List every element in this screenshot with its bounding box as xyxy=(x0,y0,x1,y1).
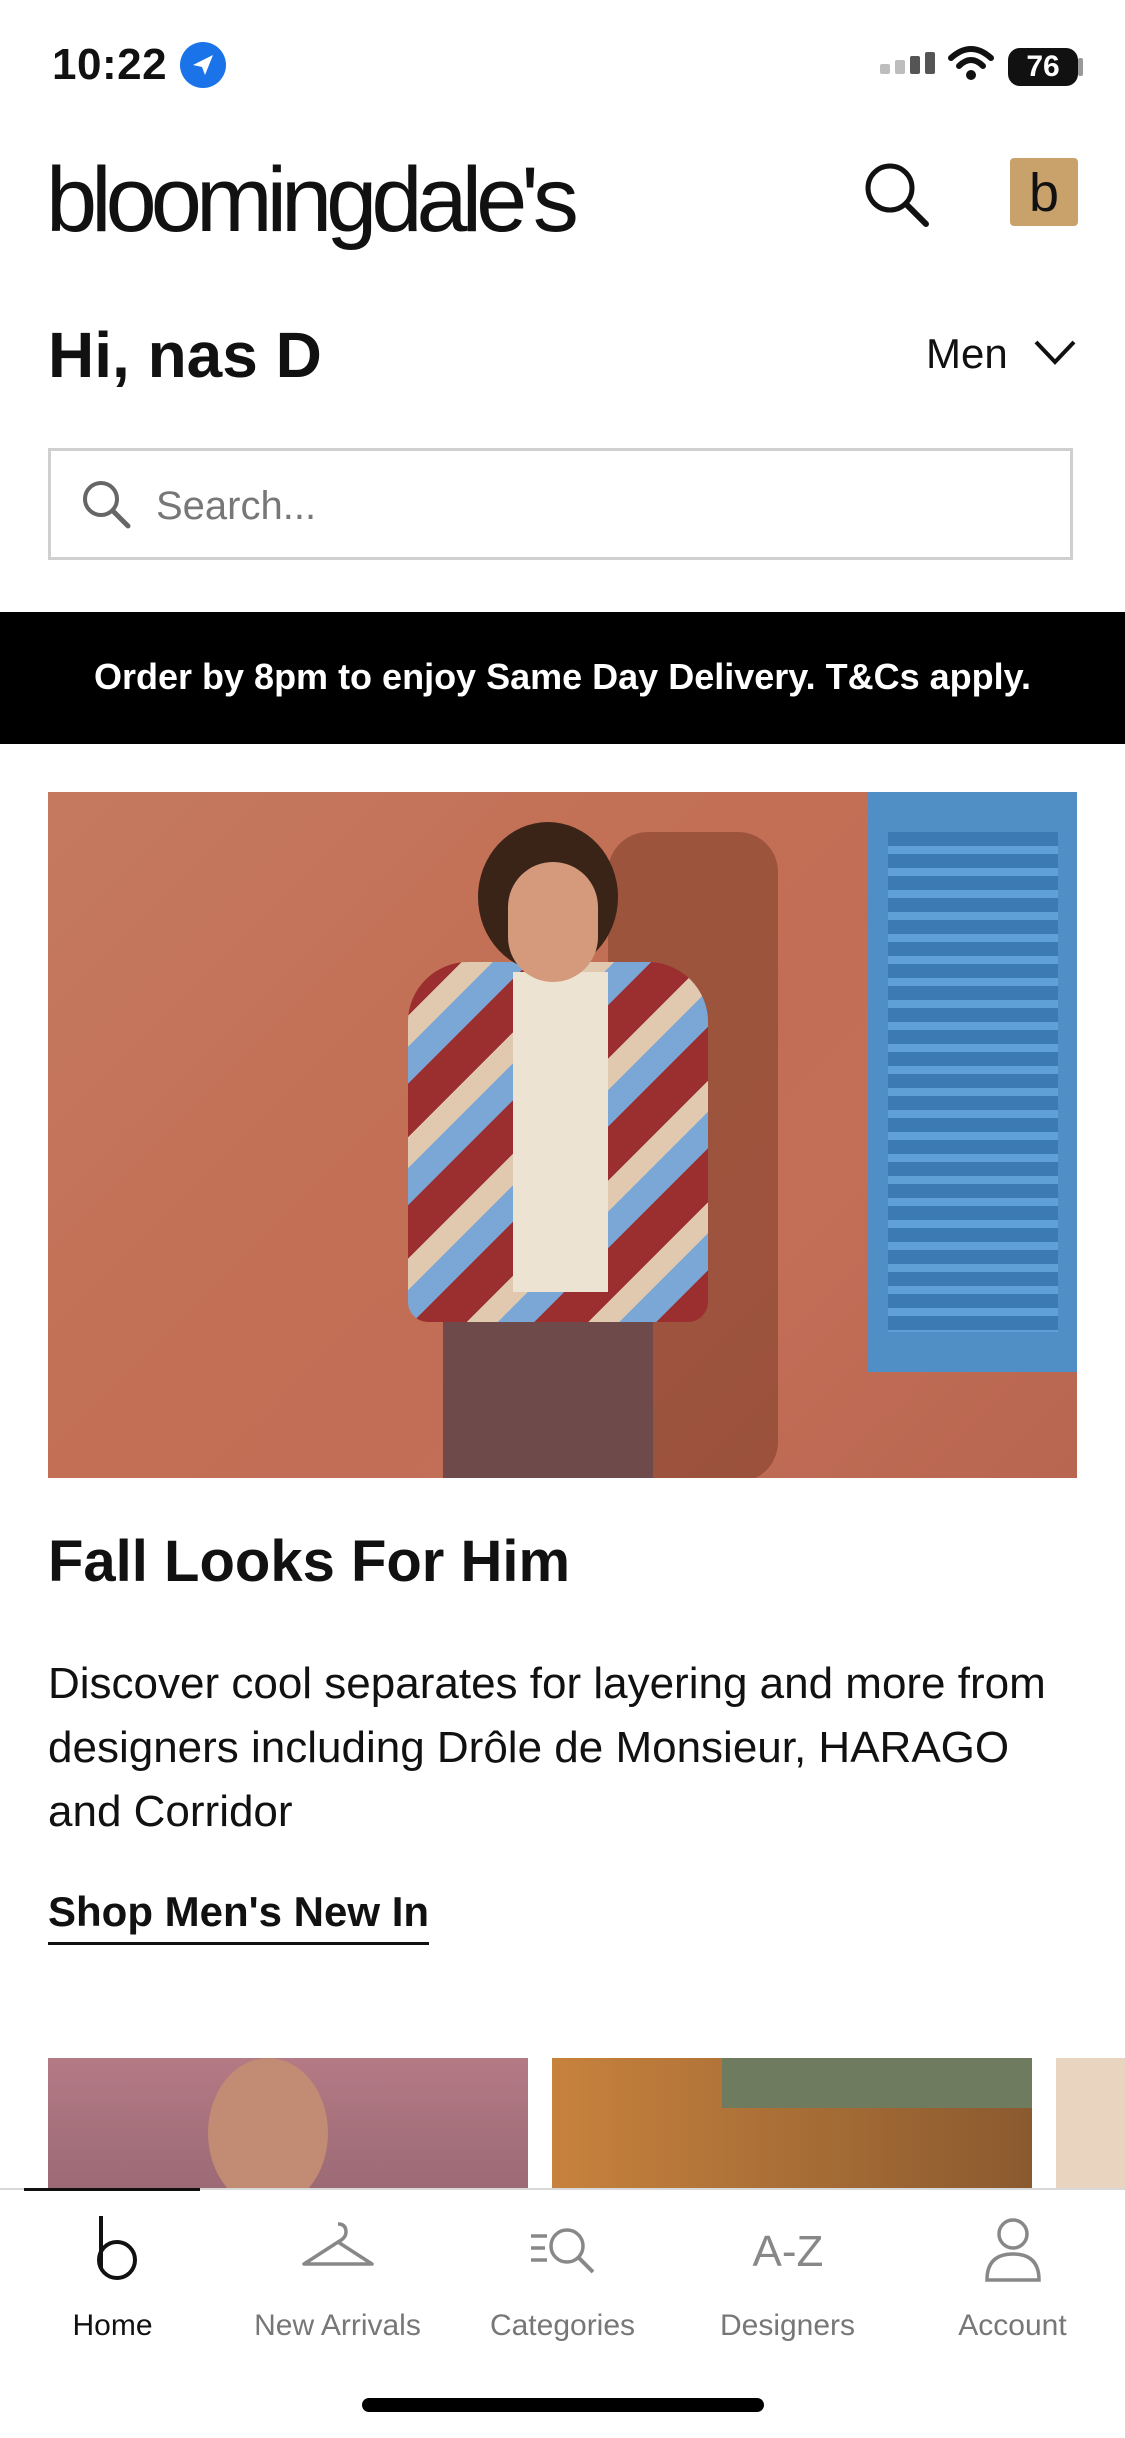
wifi-icon xyxy=(948,44,994,89)
tab-designers[interactable]: A-Z Designers xyxy=(675,2210,900,2343)
shopping-bag-letter: b xyxy=(1028,163,1060,223)
a-z-icon: A-Z xyxy=(752,2227,823,2276)
carousel-item[interactable] xyxy=(552,2058,1032,2188)
tab-new-arrivals[interactable]: New Arrivals xyxy=(225,2210,450,2343)
carousel-model-face xyxy=(208,2058,328,2188)
article-body: Discover cool separates for layering and… xyxy=(48,1659,1046,1836)
tab-active-indicator xyxy=(24,2188,200,2191)
carousel-model-shirt xyxy=(722,2058,1032,2108)
hero-model-pants xyxy=(443,1312,653,1478)
carousel-item[interactable] xyxy=(48,2058,528,2188)
hanger-icon xyxy=(301,2222,374,2266)
categories-search-icon xyxy=(530,2228,594,2274)
tab-label-designers: Designers xyxy=(719,2309,856,2342)
brand-logo[interactable]: bloomingdale's xyxy=(46,148,579,253)
svg-text:A-Z: A-Z xyxy=(752,2227,823,2276)
promo-text: Order by 8pm to enjoy Same Day Delivery.… xyxy=(94,656,1031,697)
status-time: 10:22 xyxy=(52,40,168,89)
search-field-icon xyxy=(80,478,132,535)
tab-label-categories: Categories xyxy=(489,2309,636,2342)
hero-model-face xyxy=(508,862,598,982)
tab-categories[interactable]: Categories xyxy=(450,2210,675,2343)
carousel-item[interactable] xyxy=(1056,2058,1125,2188)
hero-model-shirt xyxy=(513,972,608,1292)
greeting-title: Hi, nas D xyxy=(48,319,322,391)
b-logo-icon xyxy=(96,2216,137,2280)
tab-account[interactable]: Account xyxy=(900,2210,1125,2343)
tab-home[interactable]: Home xyxy=(0,2210,225,2343)
tab-label-home: Home xyxy=(72,2309,153,2342)
home-indicator[interactable] xyxy=(362,2398,764,2412)
battery-cap xyxy=(1078,58,1083,76)
cellular-signal-icon xyxy=(880,52,940,74)
shop-cta-link[interactable]: Shop Men's New In xyxy=(48,1888,430,1945)
tab-label-account: Account xyxy=(958,2309,1067,2342)
tab-label-new-arrivals: New Arrivals xyxy=(254,2309,421,2342)
battery-icon: 76 xyxy=(1008,48,1078,86)
hero-shutter-slats xyxy=(888,832,1058,1332)
article-title: Fall Looks For Him xyxy=(48,1529,571,1594)
gender-selector-label[interactable]: Men xyxy=(926,330,1008,378)
search-placeholder: Search... xyxy=(156,484,317,528)
person-icon xyxy=(984,2218,1041,2282)
location-icon xyxy=(180,42,226,88)
search-icon[interactable] xyxy=(862,160,930,233)
hero-image[interactable] xyxy=(48,792,1077,1478)
chevron-down-icon[interactable] xyxy=(1034,340,1076,371)
